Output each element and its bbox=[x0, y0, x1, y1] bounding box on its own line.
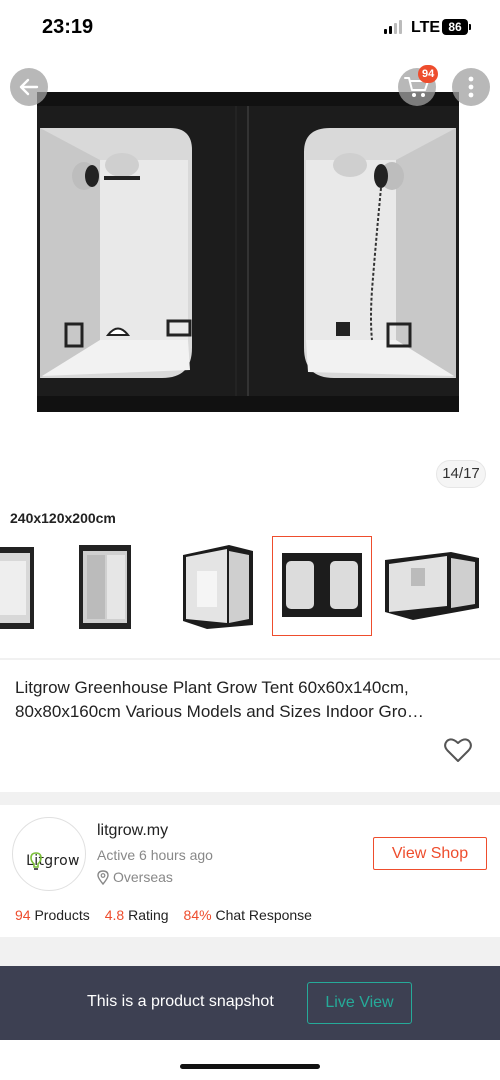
shop-name[interactable]: litgrow.my bbox=[97, 822, 168, 840]
shop-avatar[interactable]: Litgrow bbox=[12, 817, 86, 891]
shop-section: Litgrow litgrow.my Active 6 hours ago Ov… bbox=[0, 805, 500, 937]
tent-thumbnail-image bbox=[0, 547, 34, 629]
thumbnail-item[interactable] bbox=[53, 536, 153, 636]
variant-section: 240x120x200cm bbox=[0, 500, 500, 658]
battery-tip bbox=[469, 24, 471, 30]
image-counter: 14/17 bbox=[436, 460, 486, 488]
thumbnail-item[interactable] bbox=[164, 536, 264, 636]
home-indicator-bar[interactable] bbox=[180, 1064, 320, 1069]
grow-tent-main-image bbox=[37, 92, 459, 412]
shop-location-text: Overseas bbox=[113, 869, 173, 885]
tent-thumbnail-image bbox=[282, 553, 362, 617]
cart-badge: 94 bbox=[418, 65, 439, 83]
product-page: 23:19 LTE 86 94 14/17 240x120x200cm Litg… bbox=[0, 0, 500, 1080]
tent-thumbnail-image bbox=[385, 552, 479, 620]
product-title: Litgrow Greenhouse Plant Grow Tent 60x60… bbox=[15, 678, 424, 721]
stat-rating: 4.8 Rating bbox=[104, 907, 169, 923]
signal-icon bbox=[384, 20, 402, 34]
home-indicator bbox=[0, 1040, 500, 1080]
battery-icon: 86 bbox=[442, 19, 468, 35]
thumbnail-item[interactable] bbox=[382, 536, 482, 636]
thumbnail-item-selected[interactable] bbox=[272, 536, 372, 636]
tent-thumbnail-image bbox=[79, 545, 131, 629]
more-dots-icon bbox=[468, 76, 474, 98]
back-arrow-icon bbox=[19, 78, 39, 96]
location-pin-icon bbox=[97, 869, 109, 885]
status-bar: 23:19 LTE 86 bbox=[0, 0, 500, 56]
stat-products: 94 Products bbox=[15, 907, 90, 923]
back-button[interactable] bbox=[10, 68, 48, 106]
network-type: LTE bbox=[411, 19, 441, 36]
view-shop-button[interactable]: View Shop bbox=[373, 837, 487, 870]
snapshot-bar: This is a product snapshot Live View bbox=[0, 966, 500, 1040]
shop-active-status: Active 6 hours ago bbox=[97, 847, 213, 863]
stat-chat-response: 84% Chat Response bbox=[183, 907, 312, 923]
thumbnail-item[interactable] bbox=[488, 536, 500, 636]
thumbnail-strip[interactable] bbox=[0, 536, 500, 636]
status-time: 23:19 bbox=[42, 16, 94, 38]
shop-location: Overseas bbox=[97, 869, 173, 885]
like-button[interactable] bbox=[444, 737, 472, 768]
variant-label: 240x120x200cm bbox=[10, 510, 116, 526]
thumbnail-item[interactable] bbox=[0, 536, 50, 636]
product-title-section: Litgrow Greenhouse Plant Grow Tent 60x60… bbox=[0, 660, 500, 792]
tent-thumbnail-image bbox=[183, 545, 253, 629]
more-button[interactable] bbox=[452, 68, 490, 106]
snapshot-message: This is a product snapshot bbox=[87, 993, 274, 1010]
product-image-gallery[interactable]: 94 14/17 bbox=[0, 56, 500, 500]
live-view-button[interactable]: Live View bbox=[307, 982, 412, 1024]
heart-icon bbox=[444, 738, 472, 762]
lightbulb-icon bbox=[30, 852, 42, 870]
shop-stats: 94 Products 4.8 Rating 84% Chat Response bbox=[15, 907, 312, 923]
